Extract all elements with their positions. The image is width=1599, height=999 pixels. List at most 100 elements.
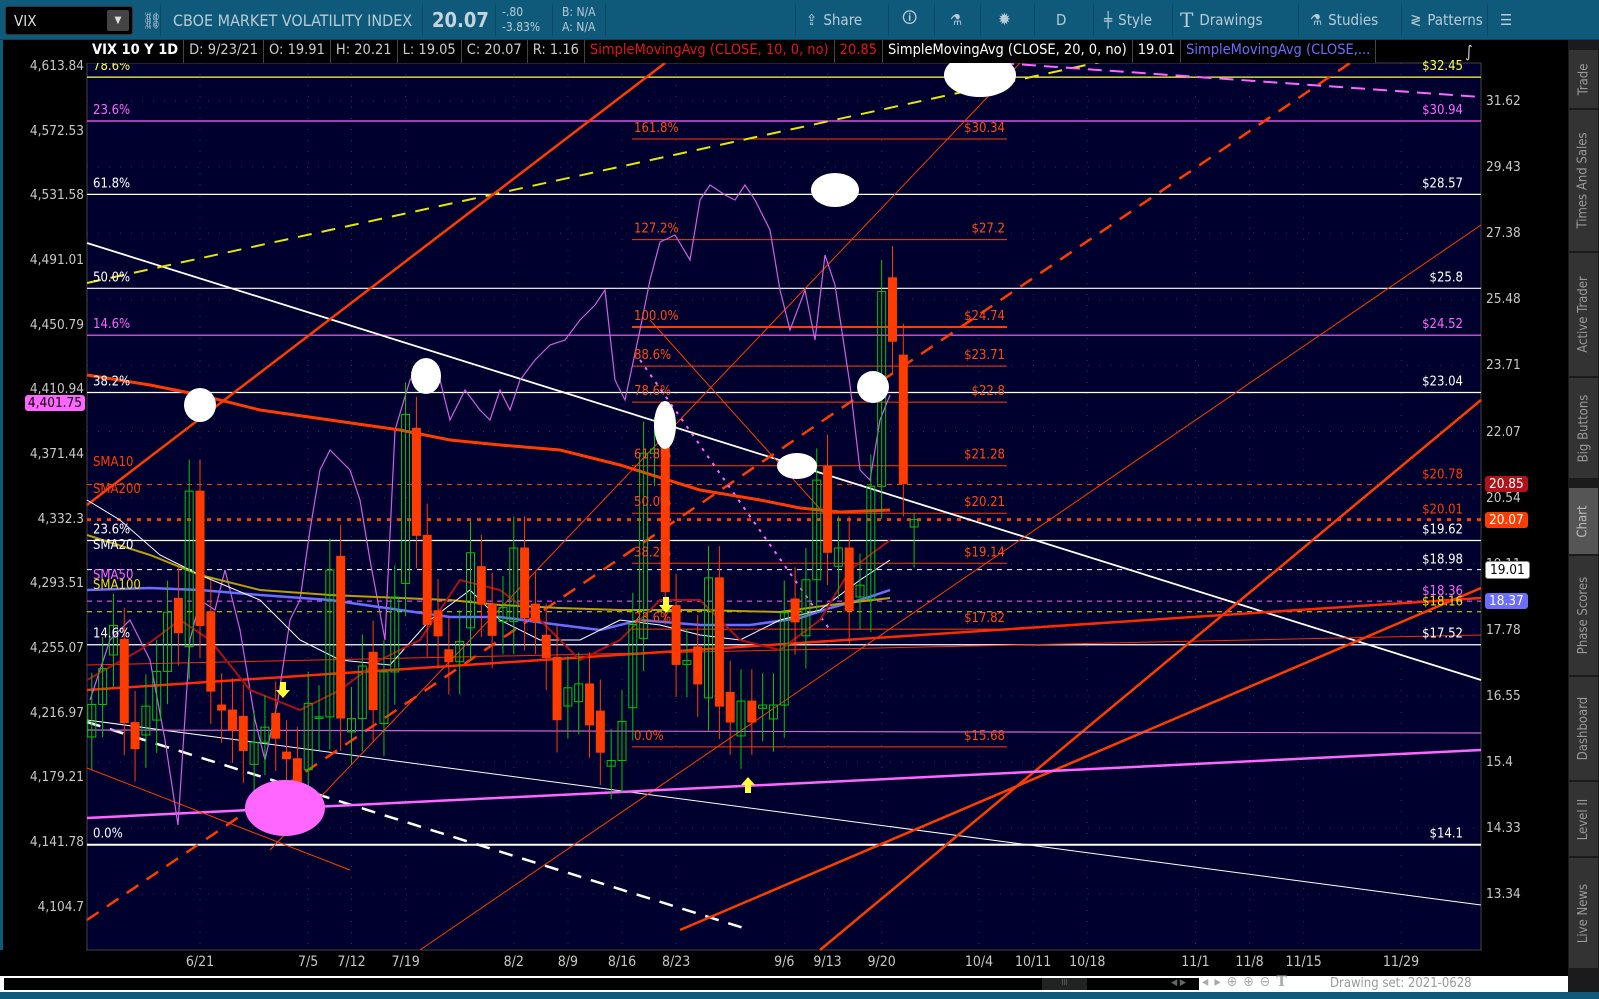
date-label: 11/1 bbox=[1181, 954, 1210, 970]
candle-body bbox=[173, 597, 183, 634]
pan-icon[interactable]: ◂▸ bbox=[1202, 974, 1227, 990]
right-axis-tick: 13.34 bbox=[1486, 886, 1521, 903]
study-value-badge: 20.07 bbox=[1485, 511, 1528, 528]
right-axis-tick: 27.38 bbox=[1486, 225, 1521, 242]
sidebar-tab-dashboard[interactable]: Dashboard bbox=[1569, 677, 1598, 782]
right-axis-tick: 29.43 bbox=[1486, 159, 1521, 176]
candle-body bbox=[693, 646, 703, 685]
fib-price-label: $14.1 bbox=[1430, 827, 1463, 842]
date-label: 10/18 bbox=[1069, 954, 1106, 970]
study-name-label: SMA100 bbox=[93, 578, 141, 593]
zoom-in-icon[interactable]: ⊕ bbox=[1243, 974, 1260, 990]
fib-pct-label: 100.0% bbox=[634, 309, 679, 324]
date-label: 8/16 bbox=[607, 954, 637, 970]
drawing-set[interactable]: Drawing set: 2021-0628 bbox=[1330, 976, 1472, 991]
fib-pct-label: 61.8% bbox=[93, 176, 130, 191]
fib-pct-label: 50.0% bbox=[93, 270, 130, 285]
bar-close: C: 20.07 bbox=[462, 40, 528, 63]
fib-pct-label: 0.0% bbox=[93, 827, 123, 842]
candle-body bbox=[487, 603, 497, 636]
scroll-arrows-icon[interactable]: ◀ ▶ bbox=[1171, 978, 1186, 988]
bottom-bar: III ◀ ▶ ◂▸⊕⊕⊖T Drawing set: 2021-0628 bbox=[0, 974, 1568, 992]
fib-pct-label: 78.6% bbox=[634, 384, 671, 399]
sidebar-tab-label: Level II bbox=[1576, 798, 1591, 840]
date-label: 11/15 bbox=[1285, 954, 1322, 970]
fib-pct-label: 127.2% bbox=[634, 222, 679, 237]
candle-body bbox=[227, 709, 237, 731]
fib-pct-label: 0.0% bbox=[634, 729, 664, 744]
study-price-label: $18.16 bbox=[1422, 595, 1463, 610]
date-label: 11/8 bbox=[1235, 954, 1264, 970]
fib-pct-label: 161.8% bbox=[634, 121, 679, 136]
sidebar-tab-chart[interactable]: Chart bbox=[1569, 488, 1598, 556]
crosshair-icon[interactable]: ⊕ bbox=[1227, 974, 1244, 990]
highlight-ellipse bbox=[411, 358, 441, 394]
fib-price-label: $23.71 bbox=[964, 348, 1005, 363]
sidebar-tab-live-news[interactable]: Live News bbox=[1569, 858, 1598, 970]
sidebar-tab-label: Dashboard bbox=[1576, 696, 1591, 761]
study-name-label: SMA20 bbox=[93, 538, 133, 553]
sidebar-tab-label: Trade bbox=[1576, 63, 1592, 95]
fib-pct-label: 14.6% bbox=[93, 627, 130, 642]
right-axis-tick: 22.07 bbox=[1486, 423, 1521, 440]
info-bar: VIX 10 Y 1D D: 9/23/21 O: 19.91 H: 20.21… bbox=[87, 40, 1377, 63]
right-axis-tick: 25.48 bbox=[1486, 291, 1521, 308]
sidebar-tab-active-trader[interactable]: Active Trader bbox=[1569, 253, 1598, 378]
fib-price-label: $19.62 bbox=[1422, 522, 1463, 537]
candle-body bbox=[595, 710, 605, 753]
study-price-label: $20.01 bbox=[1422, 503, 1463, 518]
candle-body bbox=[271, 712, 281, 739]
fib-price-label: $30.94 bbox=[1422, 103, 1463, 118]
date-label: 9/20 bbox=[867, 954, 896, 970]
candle-body bbox=[130, 722, 140, 750]
highlight-ellipse bbox=[857, 371, 889, 403]
candle-body bbox=[238, 715, 248, 751]
study-name-label: SMA10 bbox=[93, 455, 133, 470]
horizontal-scrollbar[interactable]: III ◀ ▶ bbox=[4, 978, 1199, 990]
candle-body bbox=[411, 427, 421, 536]
right-axis-tick: 16.55 bbox=[1486, 687, 1521, 704]
candle-body bbox=[206, 611, 216, 692]
sma20-study[interactable]: SimpleMovingAvg (CLOSE, 20, 0, no) bbox=[883, 40, 1133, 63]
right-axis-tick: 14.33 bbox=[1486, 820, 1521, 837]
study-curve-icon[interactable]: ∫ bbox=[1455, 42, 1483, 62]
text-icon[interactable]: T bbox=[1276, 974, 1292, 990]
sidebar-tab-times-and-sales[interactable]: Times And Sales bbox=[1569, 110, 1598, 253]
fib-price-label: $19.14 bbox=[964, 545, 1005, 560]
chart-canvas[interactable]: 61.8% $28.57 50.0% $25.8 38.2% $23.04 23.6% $19… bbox=[0, 0, 1568, 976]
fib-price-label: $17.82 bbox=[964, 611, 1005, 626]
highlight-ellipse bbox=[245, 780, 325, 836]
right-axis-tick: 23.71 bbox=[1486, 357, 1521, 374]
fib-price-label: $30.34 bbox=[964, 121, 1005, 136]
date-label: 8/23 bbox=[661, 954, 691, 970]
candle-body bbox=[217, 704, 227, 711]
sidebar-tab-level-ii[interactable]: Level II bbox=[1569, 782, 1598, 858]
sidebar-tab-label: Big Buttons bbox=[1576, 394, 1591, 462]
scrollbar-thumb[interactable]: III bbox=[1042, 978, 1087, 990]
sma10-study[interactable]: SimpleMovingAvg (CLOSE, 10, 0, no) bbox=[585, 40, 835, 63]
zoom-out-icon[interactable]: ⊖ bbox=[1260, 974, 1277, 990]
highlight-ellipse bbox=[654, 401, 676, 449]
sidebar-tab-big-buttons[interactable]: Big Buttons bbox=[1569, 378, 1598, 480]
fib-price-label: $24.74 bbox=[964, 309, 1005, 324]
sma50-study[interactable]: SimpleMovingAvg (CLOSE,... bbox=[1181, 40, 1377, 63]
date-label: 6/21 bbox=[185, 954, 215, 970]
candle-body bbox=[520, 547, 530, 619]
sidebar-tab-phase-scores[interactable]: Phase Scores bbox=[1569, 556, 1598, 677]
fib-price-label: $25.8 bbox=[1430, 270, 1463, 285]
fib-pct-label: 23.6% bbox=[634, 611, 671, 626]
fib-pct-label: 38.2% bbox=[634, 545, 671, 560]
candle-body bbox=[585, 683, 595, 726]
candle-body bbox=[530, 603, 540, 622]
sma10-value: 20.85 bbox=[835, 40, 883, 63]
fib-pct-label: 23.6% bbox=[93, 103, 130, 118]
candle-body bbox=[725, 691, 735, 723]
fib-price-label: $15.68 bbox=[964, 729, 1005, 744]
candle-body bbox=[790, 598, 800, 623]
right-axis-tick: 31.62 bbox=[1486, 93, 1521, 109]
candle-body bbox=[541, 634, 551, 658]
candle bbox=[336, 524, 346, 751]
study-price-label: $18.98 bbox=[1422, 553, 1463, 568]
bar-high: H: 20.21 bbox=[331, 40, 398, 63]
sidebar-tab-trade[interactable]: Trade bbox=[1569, 50, 1598, 110]
